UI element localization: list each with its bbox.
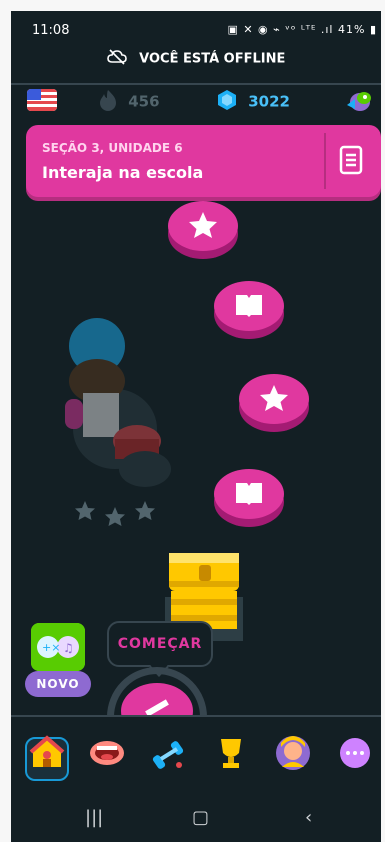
divider: [11, 83, 381, 85]
speak-icon[interactable]: [87, 733, 133, 779]
battery-level: 41%: [337, 23, 366, 36]
book-icon: [234, 291, 264, 323]
system-navigation-bar: ||| ▢ ‹: [11, 801, 381, 842]
unit-header-card: SEÇÃO 3, UNIDADE 6 Interaja na escola: [26, 125, 381, 197]
start-label: COMEÇAR: [117, 636, 203, 652]
stars-indicator: [73, 499, 157, 533]
owl-icon: +× ♫: [31, 623, 85, 671]
lesson-node-book[interactable]: [214, 281, 284, 339]
offline-text: VOCÊ ESTÁ OFFLINE: [139, 51, 286, 67]
super-duo-icon[interactable]: [343, 87, 375, 119]
cloud-off-icon: [106, 49, 127, 69]
practice-icon[interactable]: [149, 733, 195, 779]
gems-count: 3022: [248, 92, 290, 111]
streak-counter[interactable]: 456: [99, 89, 160, 115]
back-icon[interactable]: ‹: [305, 807, 312, 828]
gem-icon: [217, 89, 237, 115]
lesson-node-star[interactable]: [239, 374, 309, 432]
svg-text:♫: ♫: [63, 641, 74, 655]
guidebook-icon[interactable]: [338, 145, 364, 179]
offline-banner: VOCÊ ESTÁ OFFLINE: [11, 49, 381, 79]
card-divider: [324, 133, 326, 189]
home-button-icon[interactable]: ▢: [192, 807, 209, 828]
profile-icon[interactable]: [273, 733, 319, 779]
new-badge: NOVO: [25, 671, 91, 697]
recent-apps-icon[interactable]: |||: [85, 807, 103, 828]
section-label: SEÇÃO 3, UNIDADE 6: [42, 141, 183, 155]
new-feature-button[interactable]: +× ♫ NOVO: [25, 619, 93, 697]
more-icon[interactable]: [335, 733, 381, 779]
status-time: 11:08: [32, 23, 70, 38]
lesson-node-book[interactable]: [214, 469, 284, 527]
app-screen: 11:08 ▣ ✕ ◉ ⌁ ᵛᵒ ᴸᵀᴱ .ıl 41% ▮ VOCÊ ESTÁ…: [11, 11, 381, 842]
us-flag-icon[interactable]: [27, 89, 57, 111]
fire-icon: [99, 89, 117, 115]
svg-text:+×: +×: [42, 641, 60, 654]
status-bar: 11:08 ▣ ✕ ◉ ⌁ ᵛᵒ ᴸᵀᴱ .ıl 41% ▮: [11, 11, 381, 47]
status-indicators: ▣ ✕ ◉ ⌁ ᵛᵒ ᴸᵀᴱ .ıl 41% ▮: [227, 23, 377, 36]
book-icon: [234, 479, 264, 511]
start-tooltip[interactable]: COMEÇAR: [107, 621, 213, 677]
lesson-node-star[interactable]: [168, 201, 238, 259]
battery-icon: ▮: [369, 23, 377, 36]
status-icons: ▣ ✕ ◉ ⌁ ᵛᵒ ᴸᵀᴱ .ıl: [227, 23, 334, 36]
streak-count: 456: [128, 92, 160, 111]
unit-title: Interaja na escola: [42, 163, 204, 182]
home-icon[interactable]: [27, 733, 73, 779]
star-icon: [188, 211, 218, 243]
leaderboard-icon[interactable]: [211, 733, 257, 779]
character-illustration: [55, 311, 175, 495]
gems-counter[interactable]: 3022: [217, 89, 290, 115]
star-icon: [259, 384, 289, 416]
bottom-navigation: [11, 715, 381, 781]
